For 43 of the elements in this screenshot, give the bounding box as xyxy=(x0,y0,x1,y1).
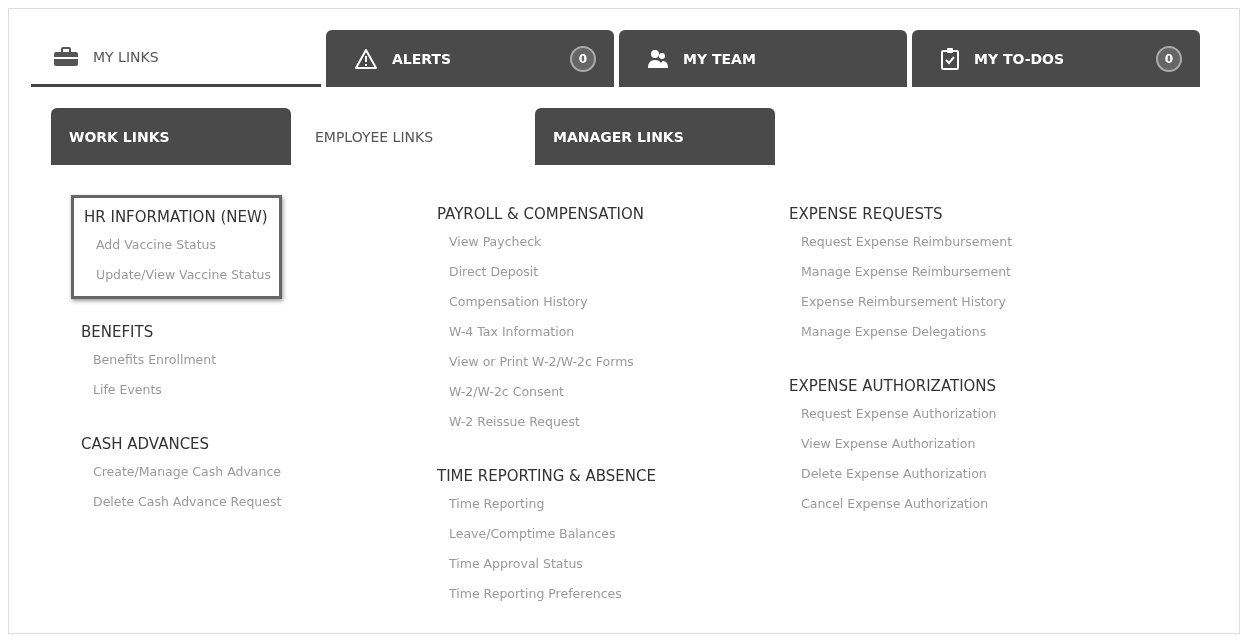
link[interactable]: W-2 Reissue Request xyxy=(437,407,771,437)
link[interactable]: Time Reporting xyxy=(437,489,771,519)
link[interactable]: Request Expense Reimbursement xyxy=(789,227,1013,257)
link[interactable]: Time Approval Status xyxy=(437,549,771,579)
briefcase-icon xyxy=(53,47,79,67)
section-heading: EXPENSE REQUESTS xyxy=(789,204,944,225)
link[interactable]: View Expense Authorization xyxy=(789,429,1013,459)
clipboard-check-icon xyxy=(940,46,960,71)
link[interactable]: Request Expense Authorization xyxy=(789,399,1013,429)
count-badge: 0 xyxy=(1156,45,1182,72)
section-heading: CASH ADVANCES xyxy=(81,434,211,455)
link[interactable]: Leave/Comptime Balances xyxy=(437,519,771,549)
link[interactable]: View Paycheck xyxy=(437,227,771,257)
section-heading: PAYROLL & COMPENSATION xyxy=(437,204,645,225)
section-heading: EXPENSE AUTHORIZATIONS xyxy=(789,376,998,397)
main-tab[interactable]: ALERTS 0 xyxy=(326,30,614,87)
main-tab[interactable]: MY TO-DOS 0 xyxy=(912,30,1200,87)
link[interactable]: Create/Manage Cash Advance xyxy=(81,457,419,487)
sub-tab[interactable]: WORK LINKS xyxy=(51,108,291,165)
link[interactable]: Time Reporting Preferences xyxy=(437,579,771,609)
section-heading: TIME REPORTING & ABSENCE xyxy=(437,466,657,487)
link[interactable]: Benefits Enrollment xyxy=(81,345,419,375)
link[interactable]: Delete Cash Advance Request xyxy=(81,487,419,517)
sub-tab[interactable]: MANAGER LINKS xyxy=(535,108,775,165)
link[interactable]: View or Print W-2/W-2c Forms xyxy=(437,347,771,377)
link[interactable]: Compensation History xyxy=(437,287,771,317)
link[interactable]: Direct Deposit xyxy=(437,257,771,287)
main-tab[interactable]: MY TEAM xyxy=(619,30,907,87)
link[interactable]: Cancel Expense Authorization xyxy=(789,489,1013,519)
link[interactable]: Expense Reimbursement History xyxy=(789,287,1013,317)
people-icon xyxy=(647,47,669,70)
count-badge: 0 xyxy=(570,45,596,72)
section-heading: HR INFORMATION (NEW) xyxy=(84,207,269,228)
link[interactable]: W-4 Tax Information xyxy=(437,317,771,347)
warning-icon xyxy=(354,47,378,70)
link[interactable]: Life Events xyxy=(81,375,419,405)
link[interactable]: Update/View Vaccine Status xyxy=(84,260,271,290)
link[interactable]: W-2/W-2c Consent xyxy=(437,377,771,407)
link[interactable]: Manage Expense Reimbursement xyxy=(789,257,1013,287)
link[interactable]: Manage Expense Delegations xyxy=(789,317,1013,347)
link[interactable]: Delete Expense Authorization xyxy=(789,459,1013,489)
section-heading: BENEFITS xyxy=(81,322,155,343)
link[interactable]: Add Vaccine Status xyxy=(84,230,271,260)
